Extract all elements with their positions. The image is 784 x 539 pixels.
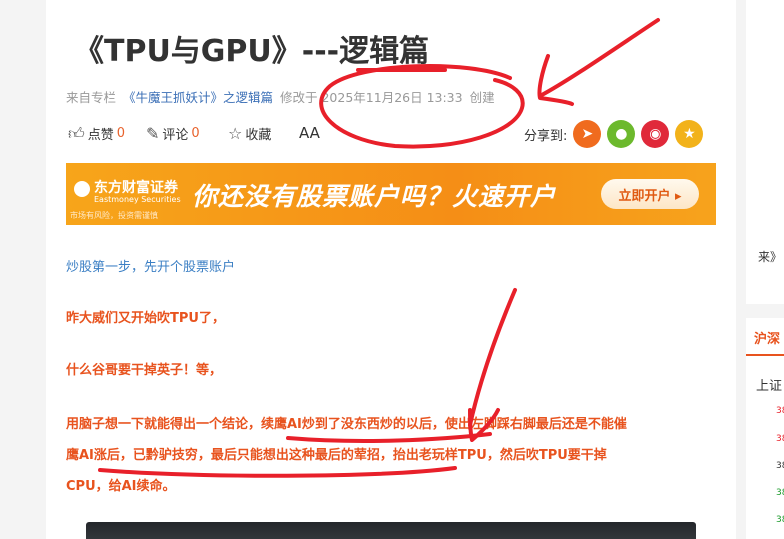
favorite-button[interactable]: ☆ 收藏 [228,124,271,143]
paragraph-3-line-2: 鹰AI涨后，已黔驴技穷，最后只能想出这种最后的荤招，抬出老玩样TPU，然后吹TP… [66,448,607,463]
weibo-icon[interactable]: ◉ [641,120,670,148]
tab-underline [746,354,784,356]
wechat-icon[interactable]: ● [607,120,636,148]
share-send-icon[interactable]: ➤ [573,120,602,148]
like-button[interactable]: 👍︎ 点赞 0 [68,124,125,143]
share-bar: 分享到: ➤ ● ◉ ★ [524,120,704,148]
thumbs-up-icon: 👍︎ [68,123,85,143]
index-value: 38 [776,488,784,498]
like-count: 0 [116,126,126,141]
right-sidebar-card: 来》 [746,0,784,304]
share-label: 分享到: [524,128,568,144]
article-title: 《TPU与GPU》---逻辑篇 [74,34,430,69]
paragraph-2: 什么谷哥要干掉英子！等， [66,363,223,378]
paragraph-3-line-3: CPU，给AI续命。 [66,479,176,494]
like-label: 点赞 [87,128,114,143]
favorite-label: 收藏 [245,128,272,143]
market-panel: 沪深 上证 38 38 38 38 38 [746,318,784,539]
index-name[interactable]: 上证 [756,375,782,394]
tab-hushen[interactable]: 沪深 [754,328,780,347]
star-icon: ☆ [228,123,243,143]
banner-slogan: 你还没有股票账户吗？火速开户 [192,182,557,211]
banner-brand-en: Eastmoney Securities [94,195,181,204]
brand-logo-icon [74,181,90,197]
paragraph-1: 昨大威们又开始吹TPU了， [66,311,225,326]
index-value: 38 [776,406,784,416]
index-value: 38 [776,515,784,525]
index-value: 38 [776,434,784,444]
sidebar-text: 来》 [758,250,783,264]
open-account-button[interactable]: 立即开户 ▸ [601,179,699,209]
meta-from: 来自专栏 [66,90,117,105]
comment-label: 评论 [162,128,189,143]
comment-count: 0 [191,126,200,141]
paragraph-3-line-1: 用脑子想一下就能得出一个结论，续鹰AI炒到了没东西炒的以后，使出左脚踩右脚最后还… [66,417,627,432]
promo-link[interactable]: 炒股第一步，先开个股票账户 [66,256,235,275]
article-panel: 《TPU与GPU》---逻辑篇 来自专栏 《牛魔王抓妖计》之逻辑篇 修改于 20… [46,0,736,539]
index-value: 38 [776,461,784,471]
font-size-button[interactable]: AA [299,124,320,142]
banner-brand: 东方财富证券 [94,180,178,196]
font-size-label: AA [299,124,320,142]
edit-icon: ✎ [146,123,160,143]
ad-banner[interactable]: 东方财富证券 Eastmoney Securities 市场有风险，投资需谨慎 … [66,163,716,225]
article-image [86,522,696,539]
qzone-star-icon[interactable]: ★ [675,120,704,148]
column-link[interactable]: 《牛魔王抓妖计》之逻辑篇 [123,90,273,105]
article-meta: 来自专栏 《牛魔王抓妖计》之逻辑篇 修改于 2025年11月26日 13:33 … [66,87,498,106]
banner-warning: 市场有风险，投资需谨慎 [70,211,158,220]
meta-created: 创建 [469,90,495,105]
comment-button[interactable]: ✎ 评论 0 [146,124,200,143]
meta-modified: 修改于 2025年11月26日 13:33 [280,90,463,105]
